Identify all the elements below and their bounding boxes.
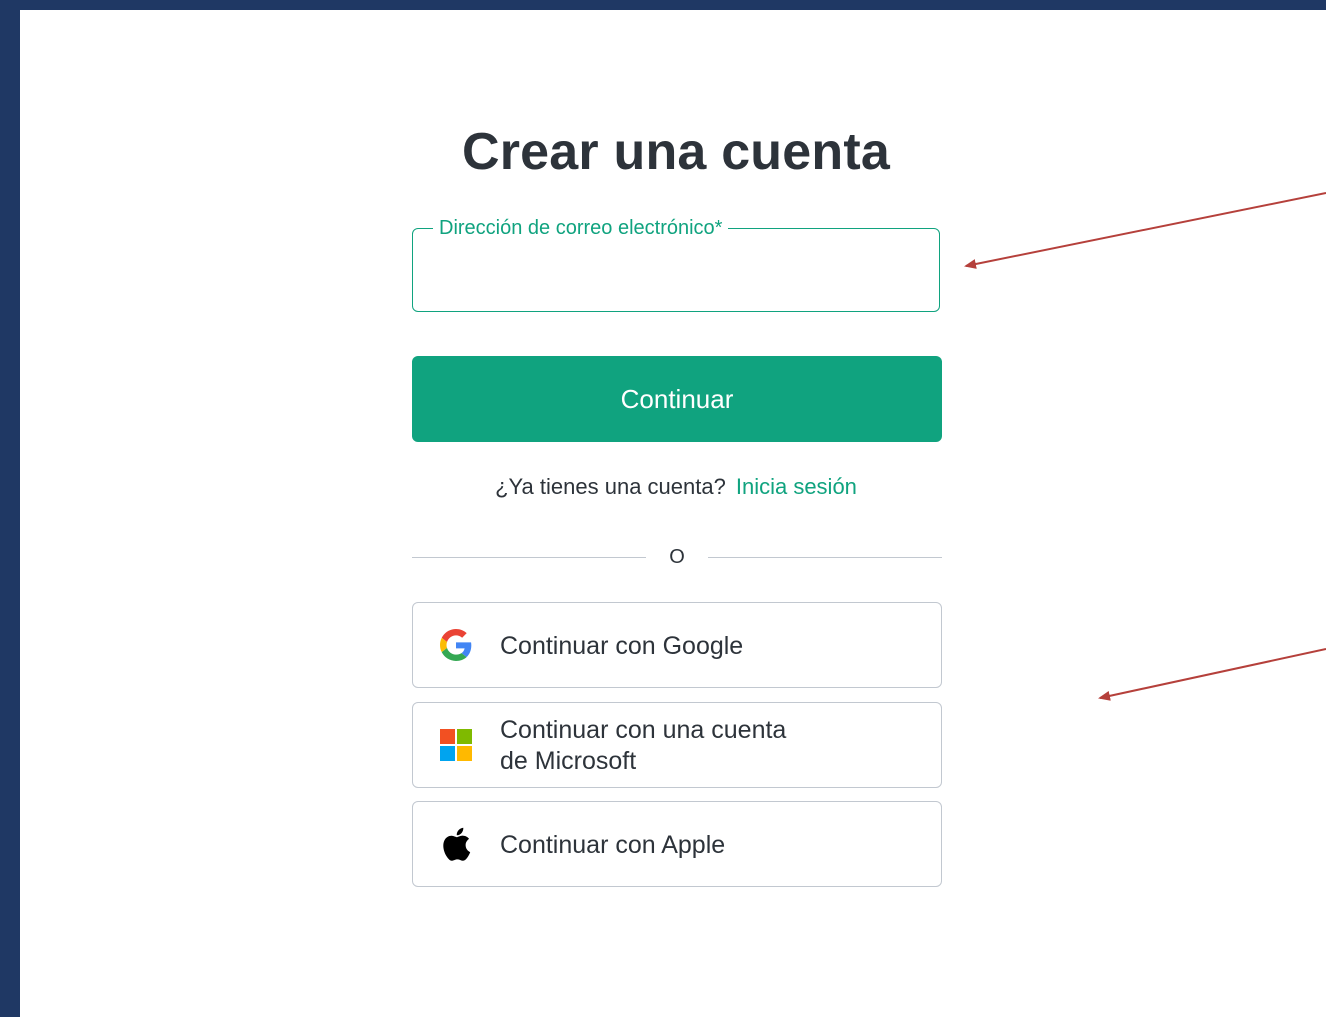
microsoft-button[interactable]: Continuar con una cuenta de Microsoft bbox=[412, 702, 942, 788]
page-title: Crear una cuenta bbox=[461, 123, 890, 181]
continue-button[interactable]: Continuar bbox=[412, 356, 942, 442]
google-button[interactable]: Continuar con Google bbox=[412, 602, 942, 688]
signin-row: ¿Ya tienes una cuenta? Inicia sesión bbox=[20, 474, 1326, 500]
signin-link[interactable]: Inicia sesión bbox=[736, 474, 857, 499]
apple-button-label: Continuar con Apple bbox=[500, 830, 726, 859]
google-button-label: Continuar con Google bbox=[500, 631, 744, 660]
email-field[interactable]: Dirección de correo electrónico* bbox=[412, 216, 940, 312]
or-divider: O bbox=[412, 546, 942, 570]
apple-icon bbox=[439, 827, 473, 861]
microsoft-icon bbox=[439, 728, 473, 762]
google-icon bbox=[439, 628, 473, 662]
microsoft-button-label: Continuar con una cuenta de Microsoft bbox=[500, 716, 787, 775]
email-field-label: Dirección de correo electrónico* bbox=[433, 216, 729, 240]
page-frame: Crear una cuenta Dirección de correo ele… bbox=[20, 10, 1326, 1017]
divider-text: O bbox=[669, 546, 685, 568]
divider-line-left bbox=[412, 557, 646, 558]
apple-button[interactable]: Continuar con Apple bbox=[412, 801, 942, 887]
email-input[interactable] bbox=[429, 259, 923, 295]
signin-prompt: ¿Ya tienes una cuenta? bbox=[495, 474, 726, 499]
divider-line-right bbox=[708, 557, 942, 558]
